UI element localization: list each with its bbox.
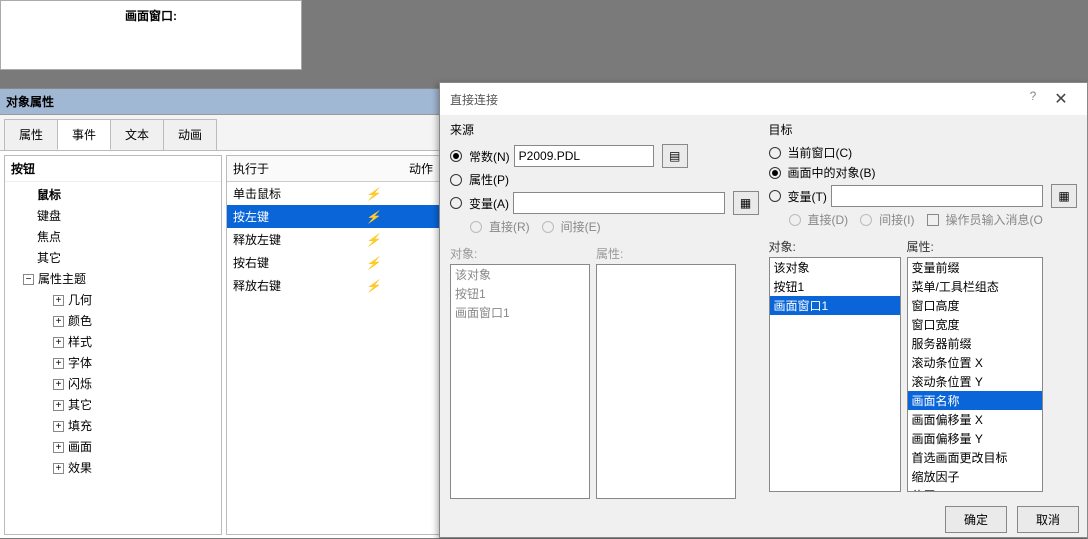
radio-property[interactable]	[450, 174, 462, 186]
list-item[interactable]: 画面偏移量 Y	[908, 429, 1042, 448]
radio-direct-src	[470, 221, 482, 233]
tree-item[interactable]: +几何	[5, 289, 221, 310]
radio-constant[interactable]	[450, 150, 462, 162]
expand-icon[interactable]: +	[53, 421, 64, 432]
tree-item[interactable]: 焦点	[5, 226, 221, 247]
help-icon[interactable]: ?	[1021, 89, 1045, 109]
tab-animation[interactable]: 动画	[163, 119, 217, 150]
expand-icon[interactable]: +	[53, 316, 64, 327]
lightning-icon: ⚡	[359, 205, 439, 228]
tree-item[interactable]: +颜色	[5, 310, 221, 331]
lightning-icon: ⚡	[359, 228, 439, 251]
radio-indirect-tgt	[860, 214, 872, 226]
table-row[interactable]: 释放左键⚡	[227, 228, 439, 251]
direct-connection-dialog: 直接连接 ? ✕ 来源 常数(N) ▤ 属性(P) 变量(A) ▦	[439, 82, 1088, 538]
tree-item[interactable]: +其它	[5, 394, 221, 415]
list-item[interactable]: 缩放因子	[908, 467, 1042, 486]
variable-source-input[interactable]	[513, 192, 725, 214]
col-execute-on: 执行于	[227, 156, 359, 182]
tree-item[interactable]: +样式	[5, 331, 221, 352]
expand-icon[interactable]: +	[53, 442, 64, 453]
list-item[interactable]: 该对象	[770, 258, 900, 277]
tab-properties[interactable]: 属性	[4, 119, 58, 150]
list-item[interactable]: 滚动条位置 X	[908, 353, 1042, 372]
chk-operator-message[interactable]	[927, 214, 939, 226]
source-section: 来源 常数(N) ▤ 属性(P) 变量(A) ▦ 直接(R) 间接(E)	[450, 121, 759, 499]
tree-item[interactable]: 键盘	[5, 205, 221, 226]
browse-tag-icon[interactable]: ▦	[733, 191, 759, 215]
table-row[interactable]: 释放右键⚡	[227, 274, 439, 297]
variable-target-input[interactable]	[831, 185, 1043, 207]
close-icon[interactable]: ✕	[1045, 89, 1077, 109]
radio-current-window[interactable]	[769, 147, 781, 159]
tree-item[interactable]: +字体	[5, 352, 221, 373]
src-props-label: 属性:	[596, 245, 736, 262]
list-item[interactable]: 变量前缀	[908, 258, 1042, 277]
expand-icon[interactable]: +	[53, 400, 64, 411]
target-label: 目标	[769, 121, 1078, 138]
src-props-list[interactable]	[596, 264, 736, 499]
list-item[interactable]: 窗口宽度	[908, 315, 1042, 334]
tree-root[interactable]: 按钮	[5, 156, 221, 182]
event-tree[interactable]: 按钮 鼠标 键盘 焦点 其它 −属性主题 +几何 +颜色 +样式 +字体 +闪烁…	[4, 155, 222, 535]
list-item[interactable]: 该对象	[451, 265, 589, 284]
expand-icon[interactable]: +	[53, 295, 64, 306]
list-item[interactable]: 菜单/工具栏组态	[908, 277, 1042, 296]
ok-button[interactable]: 确定	[945, 506, 1007, 533]
col-action: 动作	[359, 156, 439, 182]
list-item[interactable]: 滚动条位置 Y	[908, 372, 1042, 391]
picture-window-panel: 画面窗口:	[0, 0, 302, 70]
list-item[interactable]: 画面窗口1	[451, 303, 589, 322]
cancel-button[interactable]: 取消	[1017, 506, 1079, 533]
expand-icon[interactable]: +	[53, 463, 64, 474]
list-item[interactable]: 画面名称	[908, 391, 1042, 410]
src-objects-label: 对象:	[450, 245, 590, 262]
lightning-icon: ⚡	[359, 251, 439, 274]
tgt-objects-list[interactable]: 该对象 按钮1 画面窗口1	[769, 257, 901, 492]
expand-icon[interactable]: +	[53, 379, 64, 390]
source-label: 来源	[450, 121, 759, 138]
list-item[interactable]: 位置 X	[908, 486, 1042, 492]
dialog-title: 直接连接	[450, 91, 498, 108]
tree-item[interactable]: +画面	[5, 436, 221, 457]
radio-variable-source[interactable]	[450, 197, 462, 209]
picture-window-title: 画面窗口:	[1, 1, 301, 30]
list-item[interactable]: 按钮1	[451, 284, 589, 303]
browse-tag-icon[interactable]: ▦	[1051, 184, 1077, 208]
collapse-icon[interactable]: −	[23, 274, 34, 285]
list-item[interactable]: 按钮1	[770, 277, 900, 296]
tree-item[interactable]: 其它	[5, 247, 221, 268]
tgt-props-label: 属性:	[907, 238, 1043, 255]
target-section: 目标 当前窗口(C) 画面中的对象(B) 变量(T) ▦ 直接(D) 间接(I)…	[769, 121, 1078, 499]
radio-indirect-src	[542, 221, 554, 233]
tab-events[interactable]: 事件	[57, 119, 111, 150]
radio-direct-tgt	[789, 214, 801, 226]
list-item[interactable]: 画面偏移量 X	[908, 410, 1042, 429]
expand-icon[interactable]: +	[53, 337, 64, 348]
tree-item[interactable]: +效果	[5, 457, 221, 478]
tree-item[interactable]: 鼠标	[5, 184, 221, 205]
tree-item[interactable]: +闪烁	[5, 373, 221, 394]
radio-object-in-picture[interactable]	[769, 167, 781, 179]
tree-item[interactable]: +填充	[5, 415, 221, 436]
lightning-icon: ⚡	[359, 274, 439, 297]
src-objects-list[interactable]: 该对象 按钮1 画面窗口1	[450, 264, 590, 499]
radio-variable-target[interactable]	[769, 190, 781, 202]
list-item[interactable]: 画面窗口1	[770, 296, 900, 315]
list-item[interactable]: 窗口高度	[908, 296, 1042, 315]
expand-icon[interactable]: +	[53, 358, 64, 369]
list-item[interactable]: 服务器前缀	[908, 334, 1042, 353]
tree-theme[interactable]: −属性主题	[5, 268, 221, 289]
event-actions-table[interactable]: 执行于动作 单击鼠标⚡ 按左键⚡ 释放左键⚡ 按右键⚡ 释放右键⚡	[226, 155, 440, 535]
table-row[interactable]: 按左键⚡	[227, 205, 439, 228]
constant-input[interactable]	[514, 145, 654, 167]
tgt-props-list[interactable]: 变量前缀 菜单/工具栏组态 窗口高度 窗口宽度 服务器前缀 滚动条位置 X 滚动…	[907, 257, 1043, 492]
browse-picture-icon[interactable]: ▤	[662, 144, 688, 168]
tab-text[interactable]: 文本	[110, 119, 164, 150]
table-row[interactable]: 单击鼠标⚡	[227, 182, 439, 206]
lightning-icon: ⚡	[359, 182, 439, 206]
table-row[interactable]: 按右键⚡	[227, 251, 439, 274]
list-item[interactable]: 首选画面更改目标	[908, 448, 1042, 467]
tgt-objects-label: 对象:	[769, 238, 901, 255]
